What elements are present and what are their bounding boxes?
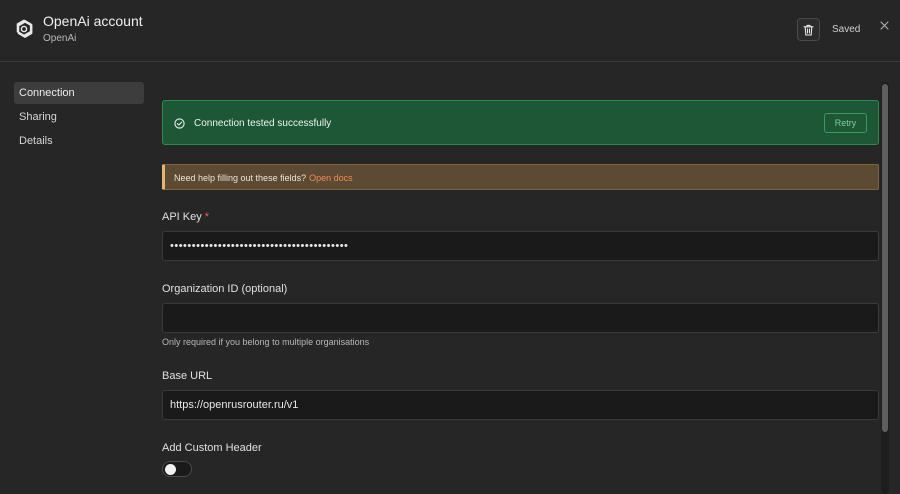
- sidebar-nav: Connection Sharing Details: [14, 82, 144, 154]
- api-key-label-text: API Key: [162, 211, 202, 223]
- sidebar-item-connection[interactable]: Connection: [14, 82, 144, 104]
- retry-button[interactable]: Retry: [824, 113, 867, 133]
- modal-header: OpenAi account OpenAi Saved: [0, 0, 900, 62]
- sidebar-item-details[interactable]: Details: [14, 130, 144, 152]
- close-icon: [879, 20, 889, 30]
- base-url-input[interactable]: https://openrusrouter.ru/v1: [162, 390, 879, 420]
- modal-subtitle: OpenAi: [43, 33, 77, 44]
- success-banner: Connection tested successfully Retry: [162, 100, 879, 145]
- organization-id-label: Organization ID (optional): [162, 283, 288, 295]
- open-docs-link[interactable]: Open docs: [309, 173, 353, 183]
- required-marker: *: [204, 211, 210, 223]
- custom-header-label: Add Custom Header: [162, 442, 262, 454]
- sidebar-item-sharing[interactable]: Sharing: [14, 106, 144, 128]
- base-url-label: Base URL: [162, 370, 213, 382]
- custom-header-toggle[interactable]: [162, 461, 192, 477]
- help-text-wrapper: Need help filling out these fields? Open …: [174, 172, 353, 184]
- organization-id-hint: Only required if you belong to multiple …: [162, 337, 370, 347]
- scrollbar-thumb[interactable]: [882, 84, 888, 432]
- help-message: Need help filling out these fields?: [174, 173, 307, 183]
- close-button[interactable]: [878, 19, 890, 31]
- api-key-label: API Key *: [162, 210, 209, 224]
- toggle-knob: [165, 464, 176, 475]
- credential-modal: OpenAi account OpenAi Saved Connection S…: [0, 0, 900, 494]
- api-key-input[interactable]: ••••••••••••••••••••••••••••••••••••••••…: [162, 231, 879, 261]
- check-circle-icon: [174, 118, 185, 129]
- help-banner: Need help filling out these fields? Open …: [162, 164, 879, 190]
- modal-title: OpenAi account: [43, 13, 143, 29]
- openai-logo-icon: [16, 19, 33, 38]
- success-message: Connection tested successfully: [194, 118, 332, 129]
- saved-status: Saved: [832, 24, 861, 35]
- organization-id-input[interactable]: [162, 303, 879, 333]
- trash-icon: [803, 24, 814, 36]
- delete-button[interactable]: [797, 18, 820, 41]
